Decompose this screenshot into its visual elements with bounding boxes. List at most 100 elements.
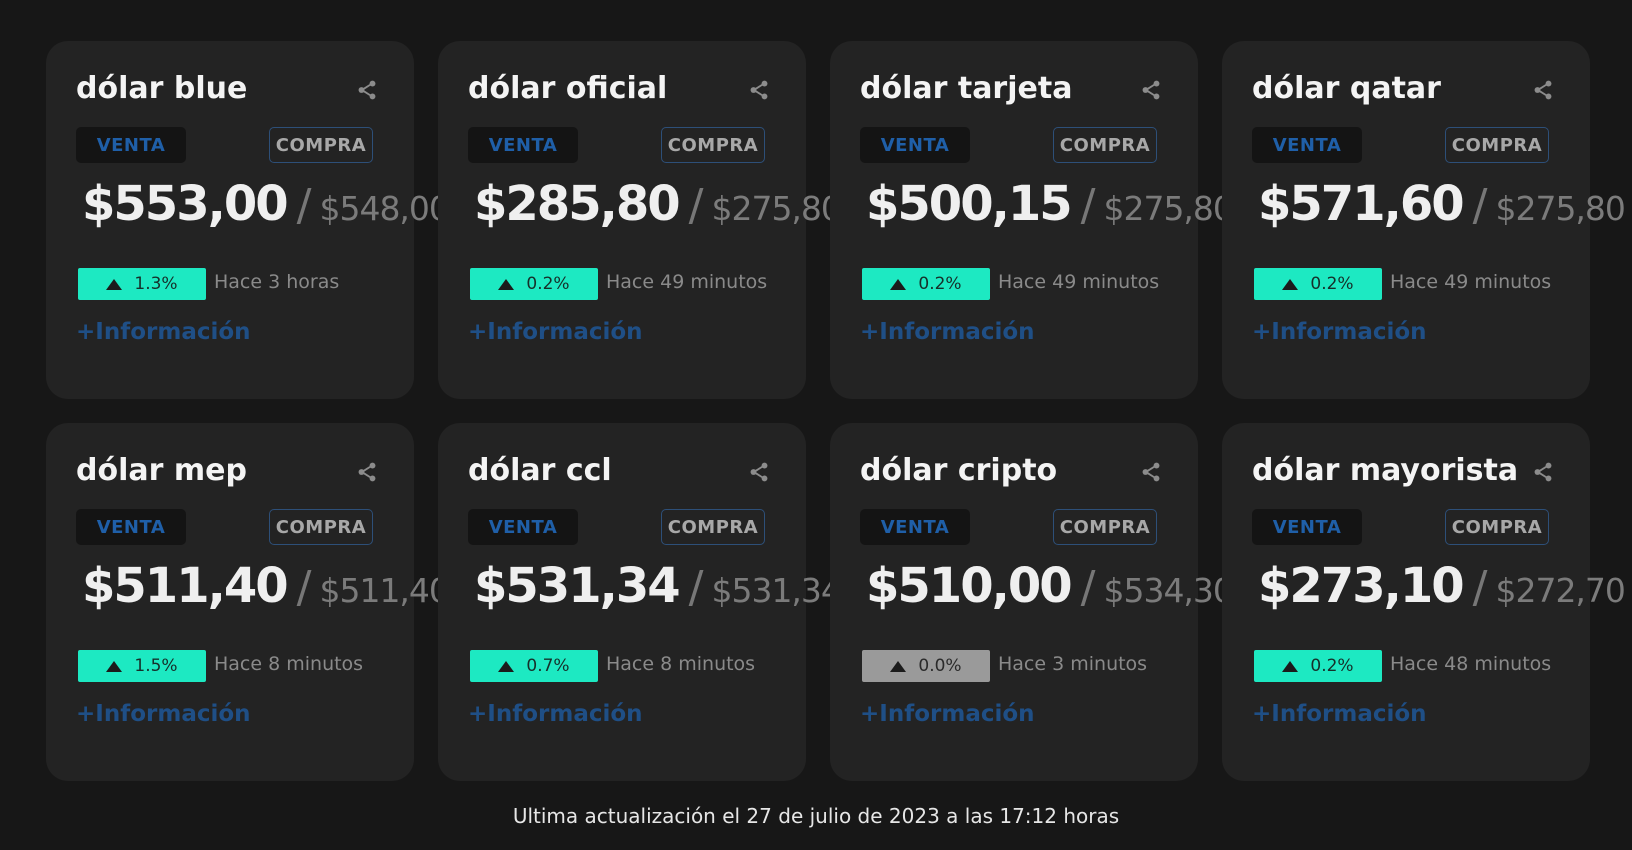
updated-time: Hace 49 minutos (606, 271, 768, 293)
compra-price: $511,40 (319, 571, 449, 610)
price-separator: / (1472, 562, 1488, 613)
compra-price: $275,80 (711, 189, 841, 228)
more-info-link[interactable]: +Información (76, 701, 251, 727)
arrow-up-icon (106, 660, 123, 672)
currency-card-1: dólar blue VENTA COMPRA $553,00 / $548,0… (46, 41, 450, 399)
arrow-up-icon (1282, 660, 1299, 672)
currency-card-8: dólar mayorista VENTA COMPRA $273,10 / $… (1222, 423, 1626, 781)
venta-price: $531,34 (474, 558, 681, 614)
change-badge: 1.5% (78, 650, 206, 682)
price-separator: / (296, 562, 312, 613)
price-separator: / (1080, 180, 1096, 231)
arrow-up-icon (498, 660, 515, 672)
compra-label: COMPRA (1053, 509, 1157, 545)
change-badge: 0.2% (470, 268, 598, 300)
price-row: $531,34 / $531,34 (474, 558, 842, 614)
change-badge: 0.7% (470, 650, 598, 682)
card-title: dólar blue (76, 71, 248, 106)
compra-label: COMPRA (661, 127, 765, 163)
venta-price: $571,60 (1258, 176, 1465, 232)
venta-label: VENTA (468, 127, 578, 163)
compra-label: COMPRA (661, 509, 765, 545)
card-title: dólar oficial (468, 71, 668, 106)
more-info-link[interactable]: +Información (468, 701, 643, 727)
price-separator: / (688, 562, 704, 613)
updated-time: Hace 3 minutos (998, 653, 1148, 675)
compra-price: $275,80 (1495, 189, 1625, 228)
currency-card-5: dólar mep VENTA COMPRA $511,40 / $511,40… (46, 423, 450, 781)
compra-label: COMPRA (1053, 127, 1157, 163)
change-percent: 0.2% (918, 274, 962, 294)
venta-price: $500,15 (866, 176, 1073, 232)
arrow-up-icon (890, 278, 907, 290)
venta-price: $273,10 (1258, 558, 1465, 614)
more-info-link[interactable]: +Información (1252, 319, 1427, 345)
compra-label: COMPRA (1445, 509, 1549, 545)
arrow-up-icon (890, 660, 907, 672)
venta-label: VENTA (76, 127, 186, 163)
price-separator: / (1472, 180, 1488, 231)
compra-label: COMPRA (269, 509, 373, 545)
more-info-link[interactable]: +Información (468, 319, 643, 345)
change-badge: 0.2% (862, 268, 990, 300)
change-percent: 0.2% (1310, 656, 1354, 676)
price-separator: / (1080, 562, 1096, 613)
compra-price: $275,80 (1103, 189, 1233, 228)
share-icon[interactable] (356, 79, 378, 101)
venta-price: $511,40 (82, 558, 289, 614)
more-info-link[interactable]: +Información (76, 319, 251, 345)
updated-time: Hace 48 minutos (1390, 653, 1552, 675)
venta-label: VENTA (1252, 127, 1362, 163)
change-badge: 1.3% (78, 268, 206, 300)
venta-price: $510,00 (866, 558, 1073, 614)
more-info-link[interactable]: +Información (1252, 701, 1427, 727)
change-percent: 0.2% (526, 274, 570, 294)
currency-card-2: dólar oficial VENTA COMPRA $285,80 / $27… (438, 41, 842, 399)
share-icon[interactable] (1140, 461, 1162, 483)
change-percent: 1.5% (134, 656, 178, 676)
venta-label: VENTA (76, 509, 186, 545)
updated-time: Hace 3 horas (214, 271, 340, 293)
share-icon[interactable] (356, 461, 378, 483)
currency-grid: dólar blue VENTA COMPRA $553,00 / $548,0… (46, 41, 1626, 781)
more-info-link[interactable]: +Información (860, 319, 1035, 345)
change-percent: 0.2% (1310, 274, 1354, 294)
card-title: dólar mep (76, 453, 247, 488)
more-info-link[interactable]: +Información (860, 701, 1035, 727)
card-title: dólar mayorista (1252, 453, 1519, 488)
last-update-text: Ultima actualización el 27 de julio de 2… (512, 804, 1120, 828)
change-percent: 1.3% (134, 274, 178, 294)
price-row: $510,00 / $534,30 (866, 558, 1234, 614)
share-icon[interactable] (748, 79, 770, 101)
arrow-up-icon (498, 278, 515, 290)
share-icon[interactable] (748, 461, 770, 483)
venta-label: VENTA (860, 509, 970, 545)
price-row: $571,60 / $275,80 (1258, 176, 1626, 232)
price-separator: / (296, 180, 312, 231)
price-row: $273,10 / $272,70 (1258, 558, 1626, 614)
card-title: dólar ccl (468, 453, 612, 488)
card-title: dólar cripto (860, 453, 1058, 488)
updated-time: Hace 49 minutos (1390, 271, 1552, 293)
change-badge: 0.2% (1254, 650, 1382, 682)
compra-price: $548,00 (319, 189, 449, 228)
currency-card-4: dólar qatar VENTA COMPRA $571,60 / $275,… (1222, 41, 1626, 399)
compra-price: $272,70 (1495, 571, 1625, 610)
updated-time: Hace 8 minutos (606, 653, 756, 675)
change-percent: 0.0% (918, 656, 962, 676)
share-icon[interactable] (1140, 79, 1162, 101)
change-badge: 0.0% (862, 650, 990, 682)
change-badge: 0.2% (1254, 268, 1382, 300)
venta-label: VENTA (468, 509, 578, 545)
updated-time: Hace 8 minutos (214, 653, 364, 675)
price-row: $511,40 / $511,40 (82, 558, 450, 614)
compra-price: $531,34 (711, 571, 841, 610)
updated-time: Hace 49 minutos (998, 271, 1160, 293)
share-icon[interactable] (1532, 461, 1554, 483)
compra-label: COMPRA (269, 127, 373, 163)
arrow-up-icon (1282, 278, 1299, 290)
change-percent: 0.7% (526, 656, 570, 676)
price-separator: / (688, 180, 704, 231)
compra-price: $534,30 (1103, 571, 1233, 610)
share-icon[interactable] (1532, 79, 1554, 101)
